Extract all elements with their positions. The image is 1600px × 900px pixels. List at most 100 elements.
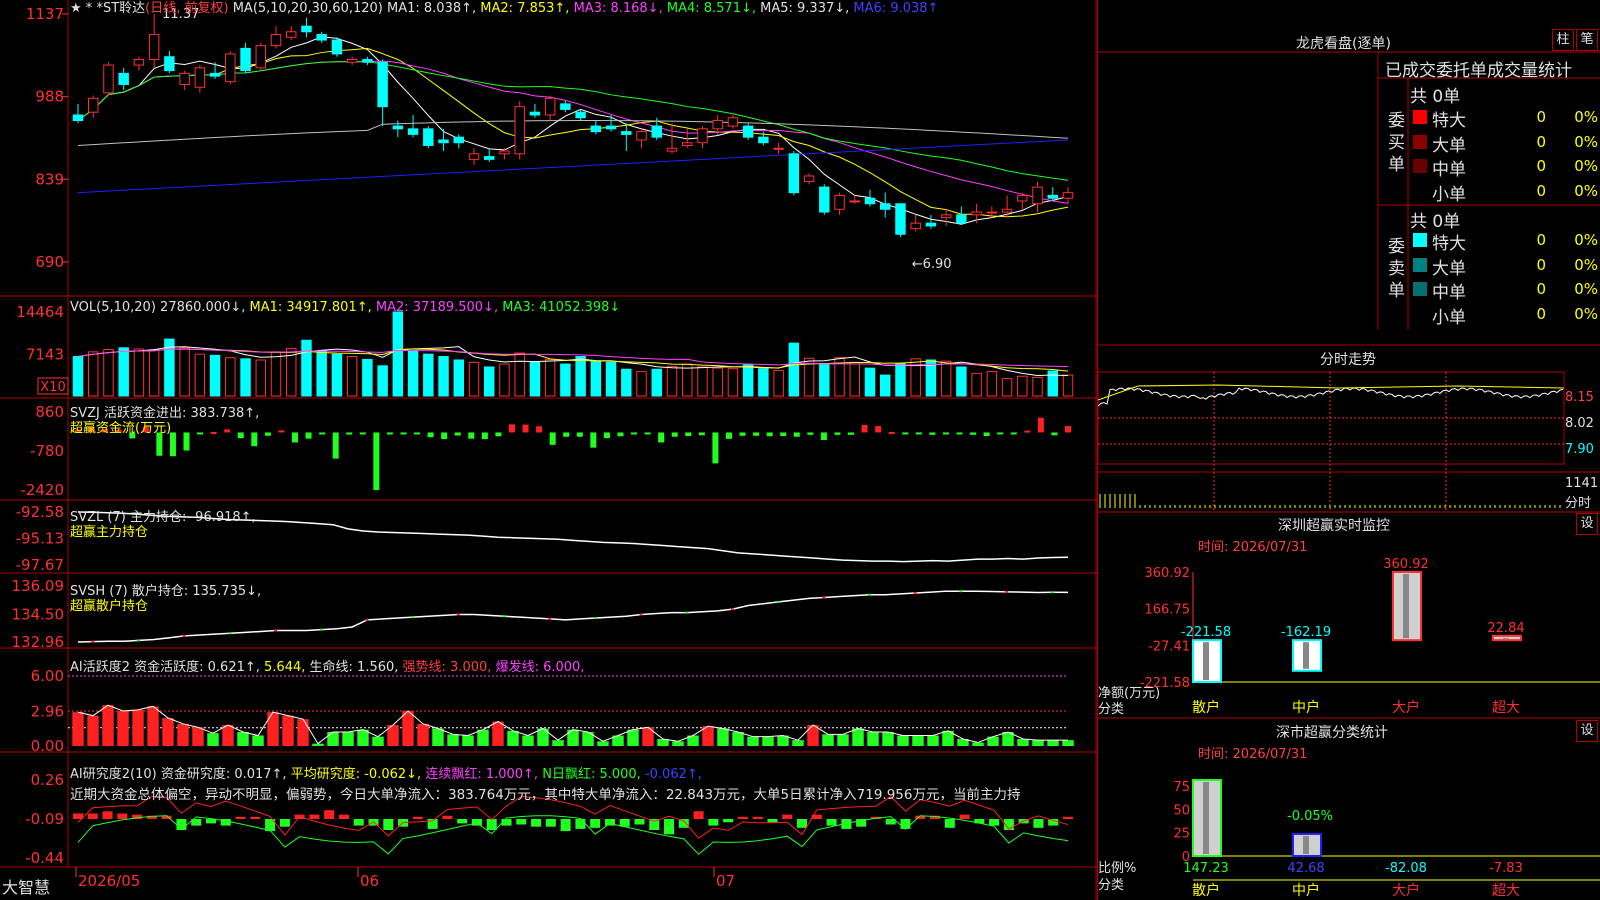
dist-pct-label: -0.05% [1287,809,1333,824]
svzj-tick-label: -780 [30,442,64,460]
ai2-bar [309,814,320,819]
ai1-bar [72,712,84,746]
ai2-bar [782,814,793,819]
svsh-dot [228,632,232,635]
volume-bar [742,364,754,397]
candle-body [301,25,312,33]
sz-monitor-settings-button[interactable]: 设 [1576,513,1598,535]
volume-bar [636,371,647,397]
svzj-bar [725,432,732,439]
ai2-bar [176,819,187,830]
ai1-bar [522,735,534,746]
volume-bar [438,356,449,397]
ai1-bar [837,734,849,746]
ai2-bar [338,814,349,819]
candle-body [773,147,784,150]
ai2-tick-label: 0.26 [31,771,64,789]
svsh-dot [502,615,506,618]
vol-value: 27860.000↓, [160,300,246,315]
stock-name[interactable]: *ST聆达 [96,1,145,16]
bar-view-button[interactable]: 柱 [1552,29,1574,51]
svzj-bar [197,432,204,435]
svsh-dot [136,639,140,642]
volume-bar [346,356,358,397]
volume-bar [270,351,282,397]
volume-bar [940,360,952,397]
svsh-dot [182,634,186,637]
sell-row-pct-2: 0% [1574,280,1598,298]
ai1-bar [762,736,774,746]
ai1-bar [1017,739,1029,746]
y-tick-label: 1137 [26,5,64,23]
ai1-bar [912,735,924,746]
buy-row-color-2 [1413,159,1427,173]
svzj-bar [332,432,339,459]
svzj-bar [807,432,814,435]
svsh-dot [593,617,597,620]
volume-bar [148,349,160,397]
ai2-bar [826,819,837,826]
vol-ma1: MA1: 34917.801↑, [249,300,372,315]
svzj-bar [224,429,231,433]
volume-bar [666,365,678,397]
svzj-bar [264,432,271,436]
svsh-tick-label: 136.09 [12,577,65,595]
vol-tick-label: 14464 [16,303,64,321]
dist-settings-button[interactable]: 设 [1576,720,1598,742]
candle-body [605,125,617,130]
svsh-dot [365,618,369,621]
candle-body [758,136,769,144]
svzj-bar [915,432,922,435]
sell-row-count-3: 0 [1536,304,1546,323]
tick-view-button[interactable]: 笔 [1576,29,1598,51]
svsh-dot [548,617,552,620]
candle-body [499,150,510,155]
volume-bar [682,363,693,397]
ai1-bar [237,732,249,746]
sell-row-label-2: 中单 [1432,283,1466,303]
candle-body [575,111,586,119]
sell-row-count-1: 0 [1536,255,1546,274]
sz-cat-label: 超大 [1492,700,1520,716]
sell-row-label-3: 小单 [1432,307,1466,328]
dist-value-label: 147.23 [1183,861,1229,876]
chart-panel-left[interactable]: 1137 988 839 690 11.37 ←6.90 14464 7143 X10 860 -7… [0,0,1097,900]
sell-row-color-1 [1413,257,1427,272]
dist-bar-shade [1303,835,1309,854]
ai1-bar [132,709,144,746]
svsh-header: SVSH (7) 散户持仓: 135.735↓, [70,584,261,600]
buy-row-pct-0: 0% [1574,108,1598,126]
candle-body [423,128,434,146]
sell-row-label-1: 大单 [1432,258,1466,279]
svzj-bar [780,432,787,437]
buy-row-count-0: 0 [1536,108,1546,126]
buy-row-label-0: 特大 [1432,111,1466,131]
volume-bar [773,369,784,397]
ai1-bar [972,742,984,746]
intraday-tick-mid: 8.02 [1565,416,1594,431]
ai1-bar [462,735,474,746]
sell-row-pct-3: 0% [1574,304,1598,323]
stars-label: ★ * [70,1,93,16]
svzj-bar [291,432,298,443]
svzj-bar [183,432,190,451]
candle-body [788,153,800,194]
svzj-bar [576,432,583,437]
ai1-bar [882,732,894,746]
candle-body [148,34,160,60]
candle-body [636,131,647,141]
volume-bar [514,352,525,397]
volume-bar [895,362,906,397]
candle-body [194,67,206,88]
svzj-bar [251,432,258,447]
dist-value-label: -7.83 [1489,861,1523,876]
svzj-bar [603,432,610,439]
candle-body [803,175,815,183]
x-tick-label: 07 [716,872,735,890]
volume-bar [377,365,388,397]
svzj-bar [753,432,760,436]
svzj-bar [1037,417,1044,433]
volume-bar [575,356,586,397]
volume-bar [118,347,129,397]
svzj-tick-label: 860 [35,403,64,421]
